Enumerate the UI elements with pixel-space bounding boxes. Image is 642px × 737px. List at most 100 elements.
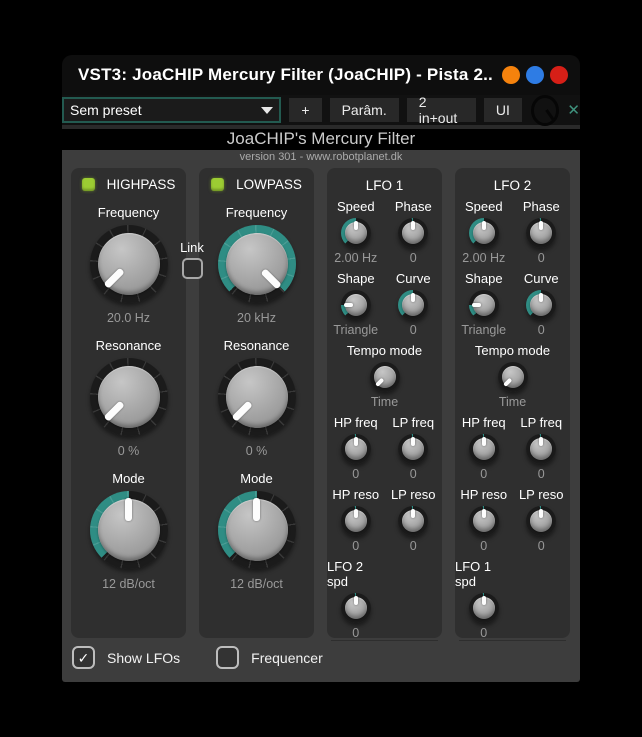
curve-value: 0 [538, 323, 545, 337]
curve-knob[interactable] [398, 290, 428, 320]
power-led[interactable] [82, 178, 95, 191]
lp-freq-knob[interactable] [526, 434, 556, 464]
lp-reso-knob[interactable] [398, 506, 428, 536]
mode-group: Mode12 dB/oct [90, 471, 168, 591]
knob-pointer [354, 596, 358, 605]
close-plugin-icon[interactable]: ✕ [567, 101, 580, 119]
column-title: LFO 1 [366, 178, 404, 193]
params-button[interactable]: Parâm. [330, 98, 399, 122]
empty-cell [385, 559, 443, 640]
io-config-button[interactable]: 2 in+out [407, 98, 476, 122]
phase-knob[interactable] [398, 218, 428, 248]
speed-cell: Speed2.00 Hz [327, 199, 385, 265]
window-title: VST3: JoaCHIP Mercury Filter (JoaCHIP) -… [78, 65, 494, 85]
hp-reso-value: 0 [480, 539, 487, 553]
resonance-knob[interactable] [218, 358, 296, 436]
host-toolbar: Sem preset + Parâm. 2 in+out UI ✕ [62, 95, 580, 125]
lp-freq-label: LP freq [392, 415, 434, 430]
hp-freq-label: HP freq [462, 415, 506, 430]
frequency-knob[interactable] [90, 225, 168, 303]
hp-freq-cell: HP freq0 [327, 415, 385, 481]
knob-pointer [253, 498, 260, 521]
window-button-blue-icon[interactable] [526, 66, 544, 84]
preset-dropdown[interactable]: Sem preset [62, 97, 281, 123]
lp-reso-value: 0 [538, 539, 545, 553]
curve-knob[interactable] [526, 290, 556, 320]
tempo-mode-knob[interactable] [370, 362, 400, 392]
bypass-knob-icon[interactable] [531, 95, 560, 126]
hp-reso-label: HP reso [460, 487, 507, 502]
column-lowpass: LOWPASSFrequency20 kHzResonance0 %Mode12… [199, 168, 314, 638]
resonance-group: Resonance0 % [218, 338, 296, 458]
column-title: LFO 2 [494, 178, 532, 193]
lfo-2-spd-knob[interactable] [341, 593, 371, 623]
tempo-mode-knob[interactable] [498, 362, 528, 392]
mode-knob[interactable] [90, 491, 168, 569]
knob-pointer [539, 293, 543, 302]
hp-reso-knob[interactable] [469, 506, 499, 536]
lfo-display-bar [459, 640, 566, 641]
plugin-editor: JoaCHIP's Mercury Filter version 301 - w… [62, 125, 580, 682]
speed-knob[interactable] [341, 218, 371, 248]
speed-cell: Speed2.00 Hz [455, 199, 513, 265]
lp-freq-knob[interactable] [398, 434, 428, 464]
plugin-footer: ✓Show LFOsFrequencer [62, 638, 580, 682]
shape-knob[interactable] [469, 290, 499, 320]
lp-freq-cell: LP freq0 [385, 415, 443, 481]
phase-knob[interactable] [526, 218, 556, 248]
shape-knob[interactable] [341, 290, 371, 320]
knob-pointer [411, 509, 415, 518]
mode-group: Mode12 dB/oct [218, 471, 296, 591]
window-controls [502, 66, 568, 84]
knob-pointer [344, 303, 353, 307]
link-checkbox[interactable] [182, 258, 203, 279]
speed-knob[interactable] [469, 218, 499, 248]
shape-value: Triangle [333, 323, 378, 337]
lfo-row: HP freq0LP freq0 [327, 415, 442, 481]
frequency-knob[interactable] [218, 225, 296, 303]
knob-pointer [375, 378, 384, 387]
knob-pointer [354, 509, 358, 518]
lfo-2-spd-value: 0 [352, 626, 359, 640]
curve-cell: Curve0 [385, 271, 443, 337]
hp-reso-cell: HP reso0 [327, 487, 385, 553]
shape-value: Triangle [461, 323, 506, 337]
frequencer-checkbox[interactable] [216, 646, 239, 669]
add-preset-button[interactable]: + [289, 98, 321, 122]
lfo-1-spd-cell: LFO 1 spd0 [455, 559, 513, 640]
window-titlebar[interactable]: VST3: JoaCHIP Mercury Filter (JoaCHIP) -… [62, 55, 580, 95]
plugin-title: JoaCHIP's Mercury Filter [62, 129, 580, 150]
knob-pointer [411, 293, 415, 302]
lfo-2-spd-cell: LFO 2 spd0 [327, 559, 385, 640]
knob-pointer [231, 401, 252, 422]
show-lfos-checkbox[interactable]: ✓ [72, 646, 95, 669]
hp-freq-knob[interactable] [341, 434, 371, 464]
knob-pointer [103, 401, 124, 422]
lfo-row: Shape Triangle Curve0 [327, 271, 442, 337]
shape-label: Shape [465, 271, 503, 286]
lfo-row: HP reso0LP reso0 [327, 487, 442, 553]
column-highpass: HIGHPASSFrequency20.0 HzResonance0 %Mode… [71, 168, 186, 638]
mode-value: 12 dB/oct [102, 577, 155, 591]
lfo-row: Speed2.00 HzPhase0 [455, 199, 570, 265]
resonance-knob[interactable] [90, 358, 168, 436]
knob-pointer [354, 221, 358, 230]
knob-pointer [503, 378, 512, 387]
lfo-1-spd-label: LFO 1 spd [455, 559, 513, 589]
ui-toggle-button[interactable]: UI [484, 98, 522, 122]
lp-reso-knob[interactable] [526, 506, 556, 536]
power-led[interactable] [211, 178, 224, 191]
shape-label: Shape [337, 271, 375, 286]
window-button-orange-icon[interactable] [502, 66, 520, 84]
hp-freq-knob[interactable] [469, 434, 499, 464]
lfo-row: Tempo modeTime [455, 343, 570, 409]
window-button-red-icon[interactable] [550, 66, 568, 84]
hp-freq-value: 0 [352, 467, 359, 481]
mode-knob[interactable] [218, 491, 296, 569]
knob-pointer [482, 509, 486, 518]
lfo-row: Speed2.00 HzPhase0 [327, 199, 442, 265]
curve-label: Curve [396, 271, 431, 286]
lp-reso-label: LP reso [519, 487, 564, 502]
lfo-1-spd-knob[interactable] [469, 593, 499, 623]
hp-reso-knob[interactable] [341, 506, 371, 536]
